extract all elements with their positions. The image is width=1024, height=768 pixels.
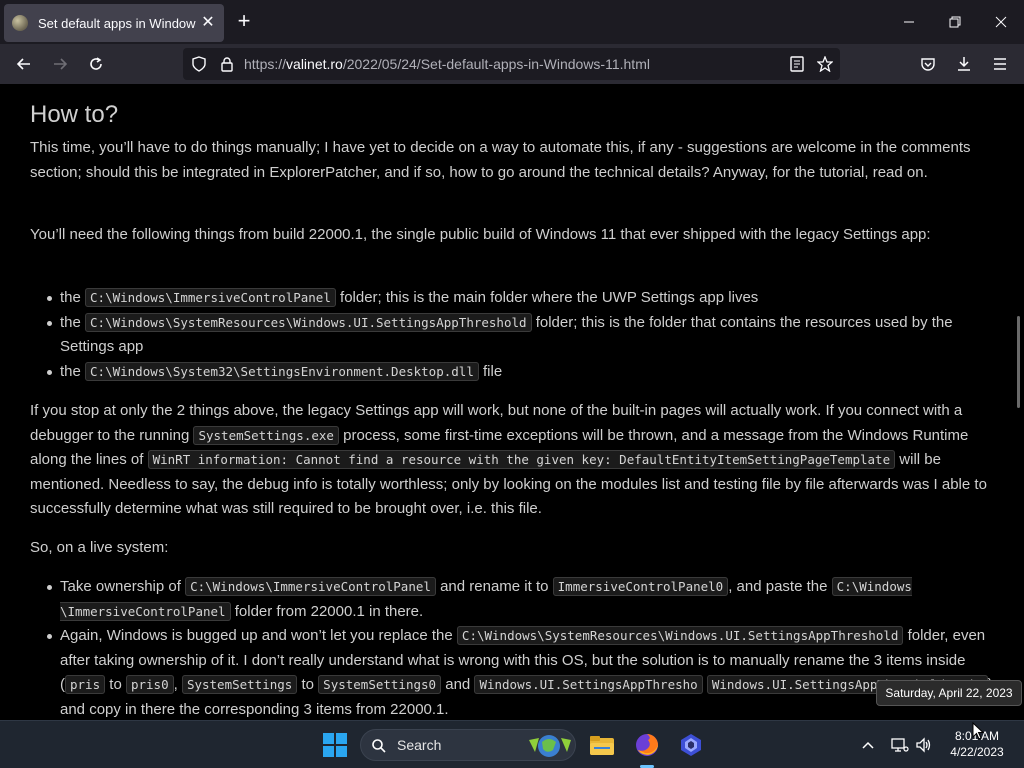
code-filename: SystemSettings	[181, 675, 298, 694]
search-highlight-icon	[529, 735, 571, 757]
date-tooltip: Saturday, April 22, 2023	[876, 680, 1022, 706]
lock-icon[interactable]	[219, 56, 235, 72]
section-heading: How to?	[30, 101, 119, 128]
paragraph-requirements: You’ll need the following things from bu…	[30, 226, 931, 243]
paragraph-intro: This time, you’ll have to do things manu…	[30, 139, 971, 181]
search-icon	[372, 739, 386, 753]
url-host: valinet.ro	[286, 56, 343, 72]
reload-icon[interactable]	[80, 48, 112, 80]
mouse-cursor-icon	[972, 722, 984, 740]
list-item-text: and	[441, 676, 475, 693]
list-item: the C:\Windows\ImmersiveControlPanel fol…	[30, 286, 998, 311]
pocket-icon[interactable]	[912, 48, 944, 80]
close-window-icon[interactable]	[978, 0, 1024, 44]
restore-icon[interactable]	[932, 0, 978, 44]
new-tab-icon[interactable]: +	[232, 10, 256, 34]
list-item-text: Take ownership of	[60, 578, 186, 595]
list-item: Take ownership of C:\Windows\ImmersiveCo…	[30, 575, 998, 624]
site-favicon-icon	[12, 15, 28, 31]
code-process: SystemSettings.exe	[193, 425, 339, 445]
navigation-toolbar: https://valinet.ro/2022/05/24/Set-defaul…	[0, 44, 1024, 84]
tab-close-icon[interactable]: ✕	[200, 15, 216, 31]
menu-hamburger-icon[interactable]	[984, 48, 1016, 80]
windows-start-icon[interactable]	[323, 733, 347, 757]
forward-icon[interactable]	[44, 48, 76, 80]
address-bar[interactable]: https://valinet.ro/2022/05/24/Set-defaul…	[183, 48, 840, 80]
requirements-list: the C:\Windows\ImmersiveControlPanel fol…	[30, 286, 998, 384]
code-filename: Windows.UI.SettingsAppThresho	[474, 675, 703, 694]
url-scheme: https://	[244, 56, 287, 72]
code-filename: pris0	[125, 675, 174, 694]
paragraph-debugging: If you stop at only the 2 things above, …	[30, 399, 998, 522]
downloads-icon[interactable]	[948, 48, 980, 80]
code-error-message: WinRT information: Cannot find a resourc…	[147, 450, 896, 469]
steps-list: Take ownership of C:\Windows\ImmersiveCo…	[30, 575, 998, 720]
show-hidden-icons-chevron-icon[interactable]	[858, 735, 878, 755]
list-item: the C:\Windows\SystemResources\Windows.U…	[30, 311, 998, 360]
terminal-app-icon[interactable]	[675, 729, 707, 761]
back-icon[interactable]	[8, 48, 40, 80]
url-path: /2022/05/24/Set-default-apps-in-Windows-…	[342, 56, 650, 72]
list-item-text: the	[60, 289, 86, 306]
file-explorer-icon[interactable]	[586, 729, 618, 761]
code-path: C:\Windows\SystemResources\Windows.UI.Se…	[456, 626, 904, 645]
list-item-text: the	[60, 313, 86, 331]
tab-active[interactable]: Set default apps in Windows 11 ✕	[4, 4, 224, 42]
tab-title: Set default apps in Windows 11	[38, 15, 196, 31]
url-text[interactable]: https://valinet.ro/2022/05/24/Set-defaul…	[244, 56, 650, 72]
clock-date: 4/22/2023	[950, 745, 1004, 759]
code-path: C:\Windows\ImmersiveControlPanel	[85, 288, 336, 307]
list-item-text: file	[478, 362, 503, 380]
list-item-text: , and paste the	[728, 578, 832, 595]
list-item: the C:\Windows\System32\SettingsEnvironm…	[30, 360, 998, 385]
list-item-text: folder from 22000.1 in there.	[230, 602, 424, 620]
code-path: C:\Windows\ImmersiveControlPanel	[185, 577, 436, 596]
page-content: How to? This time, you’ll have to do thi…	[0, 84, 1024, 720]
taskbar-search[interactable]: Search	[360, 729, 576, 761]
list-item-text: the	[60, 362, 86, 380]
paragraph-live-system: So, on a live system:	[30, 539, 169, 556]
code-path: C:\Windows\System32\SettingsEnvironment.…	[85, 361, 479, 381]
code-path: C:\Windows\SystemResources\Windows.UI.Se…	[85, 312, 532, 332]
tab-strip: Set default apps in Windows 11 ✕ +	[0, 0, 1024, 44]
code-path: ImmersiveControlPanel0	[552, 577, 729, 596]
list-item-text: Again, Windows is bugged up and won’t le…	[60, 627, 457, 644]
list-item-text: to	[105, 676, 126, 693]
list-item: Again, Windows is bugged up and won’t le…	[30, 624, 998, 720]
list-item-text: and rename it to	[435, 578, 553, 595]
network-icon[interactable]	[890, 735, 910, 755]
code-filename: pris	[65, 675, 106, 694]
taskbar: Search 8:01 AM 4/22/2023	[0, 720, 1024, 768]
tracking-protection-shield-icon[interactable]	[191, 56, 207, 72]
page-scrollbar-thumb[interactable]	[1017, 316, 1020, 408]
minimize-icon[interactable]	[886, 0, 932, 44]
firefox-icon[interactable]	[631, 729, 663, 761]
reader-view-icon[interactable]	[789, 56, 805, 72]
list-item-text: ,	[173, 676, 182, 693]
bookmark-star-icon[interactable]	[816, 55, 834, 73]
list-item-text: to	[297, 676, 319, 693]
list-item-text: folder; this is the main folder where th…	[335, 289, 759, 306]
code-filename: SystemSettings0	[318, 675, 442, 694]
volume-icon[interactable]	[914, 735, 934, 755]
search-label: Search	[397, 737, 442, 753]
